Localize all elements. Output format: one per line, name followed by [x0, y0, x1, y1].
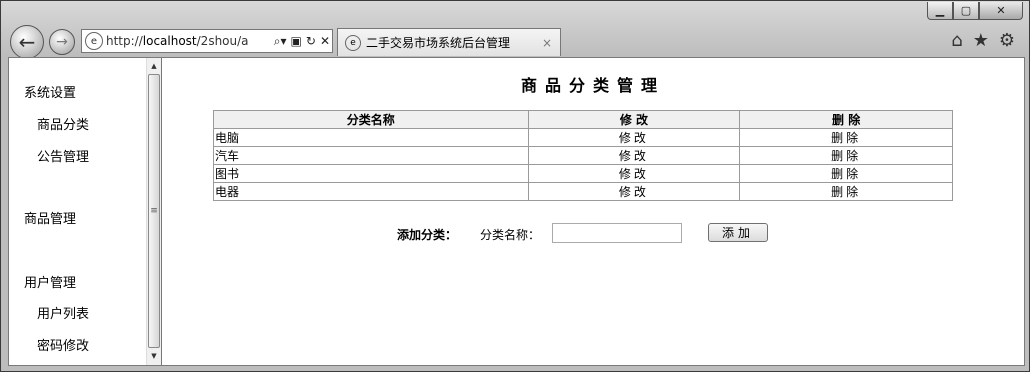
category-name-cell: 图书: [213, 164, 529, 183]
search-dropdown-icon[interactable]: ⌕▾: [272, 34, 289, 49]
stop-icon[interactable]: ✕: [318, 34, 332, 48]
edit-link[interactable]: 修改: [527, 128, 741, 147]
edit-link[interactable]: 修改: [527, 182, 741, 201]
forward-arrow-icon: →: [56, 34, 68, 50]
page-title: 商品分类管理: [520, 76, 665, 95]
compatibility-view-icon[interactable]: ▣: [289, 34, 304, 48]
refresh-icon[interactable]: ↻: [304, 34, 318, 48]
table-row: 电脑 修改 删除: [213, 128, 953, 147]
maximize-button[interactable]: ▢: [953, 2, 979, 20]
sidebar-item-announcements[interactable]: 公告管理: [37, 146, 89, 165]
sidebar-group-user-management[interactable]: 用户管理: [24, 272, 76, 291]
header-edit: 修 改: [527, 110, 741, 129]
sidebar-item-user-list[interactable]: 用户列表: [37, 303, 89, 322]
favorites-star-icon[interactable]: ★: [973, 30, 989, 51]
delete-link[interactable]: 删除: [739, 146, 953, 165]
add-category-form: 添加分类： 分类名称： 添加: [162, 223, 1024, 245]
browser-window: ▁ ▢ ✕ ← → e http://localhost/2shou/a ⌕▾ …: [0, 0, 1030, 372]
category-name-input[interactable]: [552, 223, 682, 243]
browser-tab[interactable]: e 二手交易市场系统后台管理 ×: [337, 28, 561, 56]
minimize-button[interactable]: ▁: [927, 2, 953, 20]
add-category-label: 添加分类：: [397, 228, 458, 242]
edit-link[interactable]: 修改: [527, 146, 741, 165]
category-name-cell: 电脑: [213, 128, 529, 147]
tab-page-icon: e: [345, 34, 361, 51]
home-icon[interactable]: ⌂: [951, 30, 962, 51]
url-path: /2shou/a: [196, 34, 249, 48]
edit-link[interactable]: 修改: [527, 164, 741, 183]
delete-link[interactable]: 删除: [739, 182, 953, 201]
table-row: 电器 修改 删除: [213, 182, 953, 201]
grip-icon: ≡: [150, 206, 158, 216]
table-row: 图书 修改 删除: [213, 164, 953, 183]
main-content: 商品分类管理 分类名称 修 改 删 除 电脑 修改 删除 汽车 修改 删除 图书…: [162, 58, 1024, 365]
browser-tools: ⌂ ★ ⚙: [951, 30, 1015, 51]
sidebar: 系统设置 商品分类 公告管理 商品管理 用户管理 用户列表 密码修改: [9, 58, 146, 365]
sidebar-group-system-settings[interactable]: 系统设置: [24, 82, 76, 101]
delete-link[interactable]: 删除: [739, 128, 953, 147]
category-name-label: 分类名称：: [480, 228, 541, 242]
sidebar-group-product-management[interactable]: 商品管理: [24, 208, 76, 227]
tab-title: 二手交易市场系统后台管理: [366, 36, 511, 50]
window-controls: ▁ ▢ ✕: [927, 2, 1023, 20]
back-button[interactable]: ←: [10, 25, 44, 59]
category-table: 分类名称 修 改 删 除 电脑 修改 删除 汽车 修改 删除 图书 修改 删除 …: [213, 110, 953, 201]
scroll-thumb[interactable]: ≡: [148, 74, 160, 348]
sidebar-scrollbar[interactable]: ▲ ≡ ▼: [146, 58, 162, 365]
scroll-up-arrow-icon[interactable]: ▲: [147, 59, 161, 73]
header-delete: 删 除: [739, 110, 953, 129]
delete-link[interactable]: 删除: [739, 164, 953, 183]
table-row: 汽车 修改 删除: [213, 146, 953, 165]
category-name-cell: 电器: [213, 182, 529, 201]
address-bar[interactable]: e http://localhost/2shou/a ⌕▾ ▣ ↻ ✕: [81, 29, 333, 53]
settings-gear-icon[interactable]: ⚙: [999, 30, 1015, 51]
page-viewport: 系统设置 商品分类 公告管理 商品管理 用户管理 用户列表 密码修改 ▲ ≡ ▼…: [8, 57, 1025, 366]
header-category-name: 分类名称: [213, 110, 529, 129]
address-url[interactable]: http://localhost/2shou/a: [106, 34, 272, 48]
close-window-button[interactable]: ✕: [979, 2, 1023, 20]
table-header-row: 分类名称 修 改 删 除: [213, 110, 953, 129]
add-button[interactable]: 添加: [708, 223, 768, 242]
url-scheme: http://: [106, 34, 143, 48]
back-arrow-icon: ←: [18, 30, 36, 54]
category-name-cell: 汽车: [213, 146, 529, 165]
forward-button[interactable]: →: [49, 29, 75, 55]
scroll-down-arrow-icon[interactable]: ▼: [147, 349, 161, 363]
sidebar-item-product-category[interactable]: 商品分类: [37, 114, 89, 133]
ie-page-icon: e: [85, 32, 103, 50]
sidebar-item-change-password[interactable]: 密码修改: [37, 335, 89, 354]
url-host: localhost: [142, 34, 197, 48]
tab-close-icon[interactable]: ×: [542, 36, 552, 50]
